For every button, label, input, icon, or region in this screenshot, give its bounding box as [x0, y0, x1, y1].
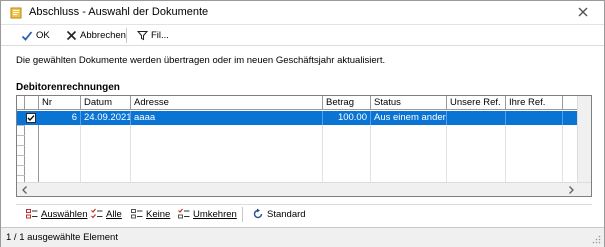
- section-title: Debitorenrechnungen: [16, 82, 120, 93]
- cell-nr: 6: [39, 111, 81, 125]
- auswaehlen-button[interactable]: Auswählen: [26, 207, 87, 221]
- status-bar: 1 / 1 ausgewählte Element: [1, 227, 604, 247]
- header-checkbox-column: [25, 96, 39, 110]
- umkehren-button[interactable]: Umkehren: [178, 207, 237, 221]
- check-all-icon: [91, 208, 103, 219]
- checkmark-icon: [21, 30, 33, 41]
- vertical-scrollbar[interactable]: [577, 96, 591, 184]
- header-unsere-ref[interactable]: Unsere Ref.: [447, 96, 506, 110]
- cancel-button-label: Abbrechen: [80, 30, 126, 41]
- cell-ihre-ref: [506, 111, 563, 125]
- filter-button[interactable]: Fil...: [137, 28, 169, 43]
- bottom-separator: [242, 207, 243, 222]
- table-row[interactable]: 6 24.09.2021 aaaa 100.00 Aus einem ander…: [17, 111, 579, 125]
- cell-unsere-ref: [447, 111, 506, 125]
- keine-label: Keine: [146, 208, 171, 220]
- header-indicator: [17, 96, 25, 110]
- ok-button[interactable]: OK: [21, 28, 50, 43]
- invert-selection-icon: [178, 208, 190, 219]
- documents-grid[interactable]: Nr Datum Adresse Betrag Status Unsere Re…: [16, 95, 592, 197]
- selection-bar: Auswählen Alle Keine Umkehren Standard: [16, 204, 592, 222]
- toolbar-separator: [126, 28, 127, 43]
- header-ihre-ref[interactable]: Ihre Ref.: [506, 96, 563, 110]
- checklist-icon: [26, 209, 38, 219]
- cell-status: Aus einem anderen: [371, 111, 447, 125]
- horizontal-scrollbar[interactable]: [17, 182, 591, 196]
- auswaehlen-label: Auswählen: [41, 208, 88, 220]
- alle-button[interactable]: Alle: [91, 207, 122, 221]
- header-betrag[interactable]: Betrag: [323, 96, 371, 110]
- status-text: 1 / 1 ausgewählte Element: [6, 232, 118, 243]
- cell-datum: 24.09.2021: [81, 111, 131, 125]
- cell-adresse: aaaa: [131, 111, 323, 125]
- window-title: Abschluss - Auswahl der Dokumente: [29, 6, 209, 18]
- header-adresse[interactable]: Adresse: [131, 96, 323, 110]
- document-app-icon: [10, 7, 22, 19]
- ok-button-label: OK: [36, 30, 50, 41]
- keine-button[interactable]: Keine: [131, 207, 170, 221]
- scroll-right-icon[interactable]: [566, 185, 576, 195]
- standard-button[interactable]: Standard: [252, 207, 306, 221]
- row-checkbox[interactable]: [26, 113, 36, 123]
- toolbar: OK Abbrechen Fil...: [1, 25, 604, 46]
- content-area: Die gewählten Dokumente werden übertrage…: [1, 46, 604, 227]
- close-icon[interactable]: [576, 5, 590, 19]
- dialog-window: Abschluss - Auswahl der Dokumente OK Abb…: [0, 0, 605, 247]
- title-bar: Abschluss - Auswahl der Dokumente: [1, 1, 604, 25]
- uncheck-all-icon: [131, 209, 143, 219]
- cancel-x-icon: [66, 30, 77, 41]
- header-nr[interactable]: Nr: [39, 96, 81, 110]
- checkmark-icon: [27, 115, 35, 121]
- refresh-icon: [253, 208, 263, 219]
- description-text: Die gewählten Dokumente werden übertrage…: [16, 55, 386, 66]
- resize-grip-icon[interactable]: [592, 235, 601, 244]
- filter-funnel-icon: [137, 31, 148, 41]
- grid-header: Nr Datum Adresse Betrag Status Unsere Re…: [17, 96, 591, 110]
- cancel-button[interactable]: Abbrechen: [66, 28, 126, 43]
- standard-label: Standard: [267, 208, 306, 220]
- filter-button-label: Fil...: [151, 30, 169, 41]
- header-datum[interactable]: Datum: [81, 96, 131, 110]
- alle-label: Alle: [106, 208, 122, 220]
- header-status[interactable]: Status: [371, 96, 447, 110]
- umkehren-label: Umkehren: [193, 208, 237, 220]
- cell-betrag: 100.00: [323, 111, 371, 125]
- scroll-left-icon[interactable]: [20, 185, 30, 195]
